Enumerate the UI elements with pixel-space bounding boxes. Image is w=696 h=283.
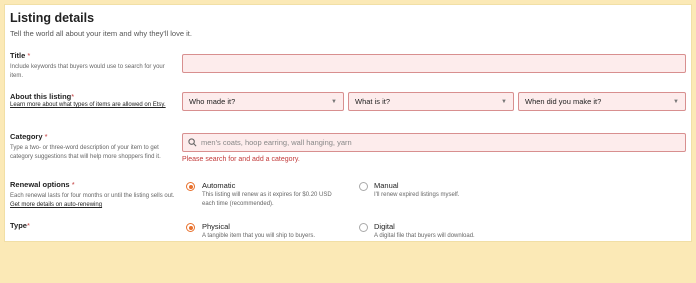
renewal-manual-description: I'll renew expired listings myself.	[374, 192, 460, 198]
type-digital-radio[interactable]	[359, 223, 368, 232]
category-row: Category * Type a two- or three-word des…	[10, 132, 686, 176]
title-label: Title *	[10, 51, 31, 60]
type-physical-description: A tangible item that you will ship to bu…	[202, 233, 316, 239]
section-subtitle: Tell the world all about your item and w…	[10, 29, 192, 38]
section-title: Listing details	[10, 11, 95, 25]
who-made-select[interactable]: Who made it? ▼	[182, 92, 344, 111]
chevron-down-icon: ▼	[331, 98, 337, 105]
about-allowed-items-link[interactable]: Learn more about what types of items are…	[10, 102, 166, 108]
renewal-automatic-description: This listing will renew as it expires fo…	[202, 192, 332, 207]
renewal-manual-radio[interactable]	[359, 182, 368, 191]
type-label: Type*	[10, 221, 30, 230]
required-mark: *	[26, 221, 30, 230]
required-mark: *	[44, 132, 48, 141]
required-mark: *	[27, 51, 31, 60]
category-label: Category *	[10, 132, 48, 141]
required-mark: *	[71, 180, 75, 189]
category-error-message: Please search for and add a category.	[182, 156, 300, 163]
renewal-description: Each renewal lasts for four months or un…	[10, 193, 175, 199]
title-input[interactable]	[182, 54, 686, 73]
title-description: Include keywords that buyers would use t…	[10, 64, 165, 79]
type-digital-description: A digital file that buyers will download…	[374, 233, 475, 239]
listing-details-card: Listing details Tell the world all about…	[4, 4, 692, 242]
type-row: Type* Physical A tangible item that you …	[10, 221, 686, 243]
renewal-automatic-radio[interactable]	[186, 182, 195, 191]
about-label: About this listing*	[10, 92, 75, 101]
search-icon	[188, 138, 197, 147]
type-physical-radio[interactable]	[186, 223, 195, 232]
title-row: Title * Include keywords that buyers wou…	[10, 51, 686, 87]
renewal-manual-label: Manual	[374, 181, 399, 190]
required-mark: *	[71, 92, 75, 101]
category-search-input[interactable]: men's coats, hoop earring, wall hanging,…	[182, 133, 686, 152]
renewal-row: Renewal options * Each renewal lasts for…	[10, 180, 686, 216]
when-made-select[interactable]: When did you make it? ▼	[518, 92, 686, 111]
page-frame: Listing details Tell the world all about…	[0, 0, 696, 283]
type-digital-label: Digital	[374, 222, 395, 231]
renewal-label: Renewal options *	[10, 180, 75, 189]
category-placeholder: men's coats, hoop earring, wall hanging,…	[201, 138, 352, 147]
renewal-automatic-label: Automatic	[202, 181, 236, 190]
auto-renew-details-link[interactable]: Get more details on auto-renewing	[10, 202, 102, 208]
type-physical-label: Physical	[202, 222, 230, 231]
about-row: About this listing* Learn more about wha…	[10, 92, 686, 122]
category-description: Type a two- or three-word description of…	[10, 145, 161, 160]
chevron-down-icon: ▼	[501, 98, 507, 105]
chevron-down-icon: ▼	[673, 98, 679, 105]
what-is-it-select[interactable]: What is it? ▼	[348, 92, 514, 111]
